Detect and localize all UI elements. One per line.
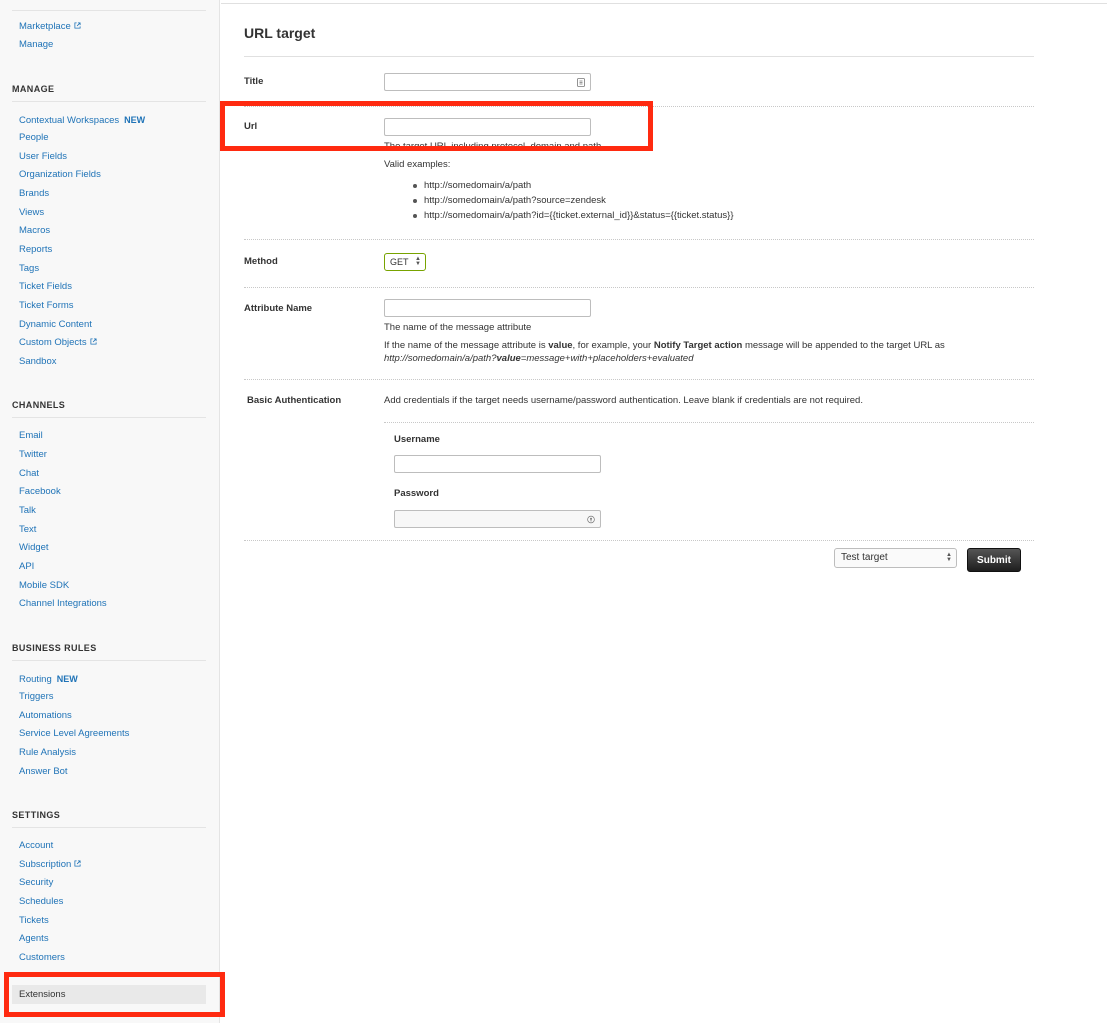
method-select[interactable]: GET ▲ ▼ <box>384 253 426 271</box>
title-input[interactable] <box>384 73 591 91</box>
sidebar-item-label: Subscription <box>19 859 72 870</box>
sidebar-item-facebook[interactable]: Facebook <box>19 486 61 498</box>
sidebar-item-channel-integrations[interactable]: Channel Integrations <box>19 598 107 610</box>
sidebar-item-user-fields[interactable]: User Fields <box>19 151 67 163</box>
sidebar-item-answer-bot[interactable]: Answer Bot <box>19 766 68 778</box>
new-badge: NEW <box>56 674 78 684</box>
username-label: Username <box>394 434 440 445</box>
sidebar-item-people[interactable]: People <box>19 132 49 144</box>
sidebar-item-customers[interactable]: Customers <box>19 952 65 964</box>
divider <box>12 660 206 661</box>
method-label: Method <box>244 256 278 267</box>
divider <box>244 287 1034 288</box>
password-label: Password <box>394 488 439 499</box>
sidebar-item-triggers[interactable]: Triggers <box>19 691 54 703</box>
divider <box>244 540 1034 541</box>
section-heading-business-rules: BUSINESS RULES <box>12 643 97 653</box>
sidebar-item-twitter[interactable]: Twitter <box>19 449 47 461</box>
sidebar-item-label: Routing <box>19 674 52 685</box>
divider <box>384 422 1034 423</box>
sidebar-item-macros[interactable]: Macros <box>19 225 50 237</box>
sidebar-item-organization-fields[interactable]: Organization Fields <box>19 169 101 181</box>
sidebar-item-ticket-fields[interactable]: Ticket Fields <box>19 281 72 293</box>
section-heading-manage: MANAGE <box>12 84 55 94</box>
basic-auth-label: Basic Authentication <box>247 395 342 406</box>
sidebar-item-label: Contextual Workspaces <box>19 115 120 126</box>
sidebar-item-dynamic-content[interactable]: Dynamic Content <box>19 319 92 331</box>
external-link-icon <box>90 338 97 345</box>
sidebar-item-schedules[interactable]: Schedules <box>19 896 63 908</box>
divider <box>12 101 206 102</box>
divider <box>244 239 1034 240</box>
sidebar-item-rule-analysis[interactable]: Rule Analysis <box>19 747 76 759</box>
sidebar-item-text[interactable]: Text <box>19 524 36 536</box>
basic-auth-help-text: Add credentials if the target needs user… <box>384 395 863 406</box>
sidebar-item-label: Custom Objects <box>19 337 87 348</box>
sidebar-item-agents[interactable]: Agents <box>19 933 49 945</box>
method-select-value: GET <box>390 257 409 267</box>
sidebar-item-tickets[interactable]: Tickets <box>19 915 49 927</box>
divider <box>12 827 206 828</box>
new-badge: NEW <box>124 115 146 125</box>
divider <box>244 379 1034 380</box>
sidebar-item-widget[interactable]: Widget <box>19 542 49 554</box>
submit-button[interactable]: Submit <box>967 548 1021 572</box>
sidebar-item-account[interactable]: Account <box>19 840 53 852</box>
title-label: Title <box>244 76 264 87</box>
password-input[interactable] <box>394 510 601 528</box>
attribute-name-label: Attribute Name <box>244 303 313 314</box>
sidebar-item-routing[interactable]: Routing NEW <box>19 673 78 686</box>
sidebar-item-ticket-forms[interactable]: Ticket Forms <box>19 300 74 312</box>
example-item: http://somedomain/a/path?source=zendesk <box>413 195 606 206</box>
select-arrows-icon: ▲ ▼ <box>946 552 952 563</box>
sidebar-item-sandbox[interactable]: Sandbox <box>19 356 57 368</box>
sidebar-item-email[interactable]: Email <box>19 430 43 442</box>
test-target-select[interactable]: Test target ▲ ▼ <box>834 548 957 568</box>
sidebar-item-automations[interactable]: Automations <box>19 710 72 722</box>
sidebar-item-chat[interactable]: Chat <box>19 468 39 480</box>
section-heading-settings: SETTINGS <box>12 810 61 820</box>
external-link-icon <box>74 22 81 29</box>
example-item: http://somedomain/a/path <box>412 180 532 191</box>
url-input[interactable] <box>384 118 591 136</box>
url-label: Url <box>244 121 258 132</box>
sidebar-item-marketplace[interactable]: Marketplace <box>19 21 81 33</box>
sidebar-item-security[interactable]: Security <box>19 877 53 889</box>
field-contact-card-icon <box>577 78 585 87</box>
sidebar-item-mobile-sdk[interactable]: Mobile SDK <box>19 580 69 592</box>
sidebar-item-reports[interactable]: Reports <box>19 244 52 256</box>
attribute-help-text: The name of the message attribute <box>384 322 532 333</box>
url-help-text: The target URL including protocol, domai… <box>384 141 604 152</box>
sidebar-item-custom-objects[interactable]: Custom Objects <box>19 337 97 349</box>
divider <box>244 56 1034 57</box>
sidebar-item-label: Marketplace <box>19 21 71 32</box>
sidebar-item-slas[interactable]: Service Level Agreements <box>19 728 129 740</box>
sidebar-item-extensions[interactable]: Extensions <box>19 989 65 1001</box>
select-arrows-icon: ▲ ▼ <box>415 256 421 267</box>
sidebar-item-contextual-workspaces[interactable]: Contextual Workspaces NEW <box>19 114 145 127</box>
username-input[interactable] <box>394 455 601 473</box>
external-link-icon <box>74 860 81 867</box>
section-heading-channels: CHANNELS <box>12 400 66 410</box>
top-border <box>221 3 1107 4</box>
sidebar-item-api[interactable]: API <box>19 561 34 573</box>
sidebar-item-brands[interactable]: Brands <box>19 188 49 200</box>
sidebar-item-views[interactable]: Views <box>19 207 44 219</box>
admin-sidebar: Marketplace Manage MANAGE Contextual Wor… <box>0 0 220 1023</box>
divider <box>12 417 206 418</box>
divider <box>12 10 206 11</box>
test-target-value: Test target <box>841 552 888 563</box>
sidebar-item-manage[interactable]: Manage <box>19 39 53 51</box>
attribute-name-input[interactable] <box>384 299 591 317</box>
valid-examples-label: Valid examples: <box>384 159 451 170</box>
divider <box>244 106 1034 107</box>
attribute-description: If the name of the message attribute is … <box>384 340 945 351</box>
attribute-example-url: http://somedomain/a/path?value=message+w… <box>384 353 694 364</box>
sidebar-item-talk[interactable]: Talk <box>19 505 36 517</box>
sidebar-item-tags[interactable]: Tags <box>19 263 39 275</box>
sidebar-item-subscription[interactable]: Subscription <box>19 859 81 871</box>
page-title: URL target <box>244 25 316 41</box>
password-key-icon <box>587 515 595 524</box>
example-item: http://somedomain/a/path?id={{ticket.ext… <box>413 210 734 221</box>
